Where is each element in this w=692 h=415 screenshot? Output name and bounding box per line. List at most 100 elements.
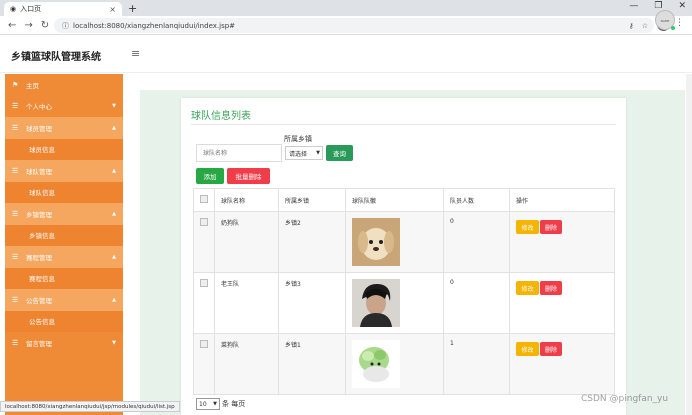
actions-cell: 修改 删除: [509, 211, 615, 273]
close-window-icon[interactable]: ✕: [678, 1, 686, 11]
team-name-search-input[interactable]: [196, 144, 282, 162]
members-cell: 0: [443, 272, 510, 334]
row-checkbox[interactable]: [200, 279, 208, 287]
watermark: CSDN @pingfan_yu: [581, 394, 669, 404]
close-tab-icon[interactable]: ×: [109, 5, 116, 14]
row-checkbox[interactable]: [200, 218, 208, 226]
key-icon[interactable]: ⚷: [629, 22, 634, 30]
add-button[interactable]: 添加: [196, 168, 224, 184]
sidebar-item-personal-center[interactable]: ☰ 个人中心 ▼: [5, 96, 123, 118]
sidebar-subitem-schedule-info[interactable]: 赛程信息: [5, 267, 123, 289]
sidebar-item-schedule-management[interactable]: ☰ 赛程管理 ▲: [5, 246, 123, 268]
url-text: localhost:8080/xiangzhenlanqiudui/index.…: [73, 21, 236, 30]
app-title: 乡镇篮球队管理系统: [11, 52, 101, 63]
column-header[interactable]: 队员人数: [443, 188, 510, 212]
sidebar-item-label: 球队信息: [29, 189, 55, 198]
list-icon: ☰: [12, 166, 19, 175]
new-tab-icon[interactable]: +: [128, 2, 137, 15]
address-toolbar: ← → ↻ ⓘ localhost:8080/xiangzhenlanqiudu…: [0, 16, 692, 35]
sidebar-subitem-town-info[interactable]: 乡镇信息: [5, 224, 123, 246]
back-icon[interactable]: ←: [8, 20, 16, 31]
table-row: 奶狗队 乡镇2 0 修改 删除: [193, 211, 615, 273]
bulk-delete-button[interactable]: 批量删除: [227, 168, 270, 184]
app-header: 乡镇篮球队管理系统 ≡: [0, 35, 692, 73]
team-table: 球队名称 所属乡镇 球队队徽 队员人数 操作 奶狗队 乡镇2 0 修改 删除 老…: [193, 188, 615, 395]
column-header[interactable]: 球队名称: [214, 188, 279, 212]
sidebar-item-message-management[interactable]: ☰ 留言管理 ▼: [5, 332, 123, 354]
column-header[interactable]: 球队队徽: [345, 188, 444, 212]
browser-tab-strip: ◉ 入口页 × + — ❐ ✕: [0, 0, 692, 16]
column-header[interactable]: 所属乡镇: [278, 188, 346, 212]
team-name-cell: 菜狗队: [214, 333, 279, 395]
info-icon: ⓘ: [62, 21, 69, 30]
row-select-cell: [193, 333, 215, 395]
delete-button[interactable]: 删除: [540, 342, 562, 356]
table-header-row: 球队名称 所属乡镇 球队队徽 队员人数 操作: [193, 188, 615, 212]
sidebar-item-label: 公告信息: [29, 318, 55, 327]
hamburger-icon[interactable]: ≡: [131, 47, 140, 60]
town-cell: 乡镇3: [278, 272, 346, 334]
town-cell: 乡镇1: [278, 333, 346, 395]
actions-cell: 修改 删除: [509, 272, 615, 334]
chevron-down-icon: ▼: [112, 339, 116, 346]
sidebar-item-label: 球员管理: [26, 124, 52, 133]
team-list-card: 球队信息列表 所属乡镇 请选择 ▼ 查询 添加 批量删除 球队名称 所属乡镇 球…: [181, 98, 626, 415]
sidebar-item-team-management[interactable]: ☰ 球队管理 ▲: [5, 160, 123, 182]
town-select-value: 请选择: [289, 150, 308, 158]
browser-tab[interactable]: ◉ 入口页 ×: [4, 2, 122, 16]
sidebar-item-town-management[interactable]: ☰ 乡镇管理 ▲: [5, 203, 123, 225]
forward-icon[interactable]: →: [24, 20, 32, 31]
column-header: 操作: [509, 188, 615, 212]
select-all-checkbox[interactable]: [200, 195, 208, 203]
list-icon: ☰: [12, 123, 19, 132]
menu-icon[interactable]: ⋮: [675, 18, 684, 28]
chevron-up-icon: ▲: [112, 296, 116, 303]
sidebar-item-label: 留言管理: [26, 339, 52, 348]
scrollbar[interactable]: [686, 74, 692, 415]
select-all-cell: [193, 188, 215, 212]
sidebar-item-label: 公告管理: [26, 296, 52, 305]
sidebar-subitem-player-info[interactable]: 球员信息: [5, 138, 123, 160]
globe-icon: ◉: [10, 5, 17, 13]
list-icon: ☰: [12, 338, 19, 347]
list-icon: ☰: [12, 209, 19, 218]
url-bar[interactable]: ⓘ localhost:8080/xiangzhenlanqiudui/inde…: [54, 18, 654, 33]
sidebar-item-label: 赛程管理: [26, 253, 52, 262]
edit-button[interactable]: 修改: [516, 220, 539, 234]
sidebar-item-label: 球员信息: [29, 146, 55, 155]
town-cell: 乡镇2: [278, 211, 346, 273]
page-size-select[interactable]: 10 ▼: [196, 398, 220, 410]
table-row: 老王队 乡镇3 0 修改 删除: [193, 272, 615, 334]
chevron-up-icon: ▲: [112, 210, 116, 217]
page-size-value: 10: [199, 400, 207, 408]
chevron-up-icon: ▲: [112, 253, 116, 260]
team-name-cell: 老王队: [214, 272, 279, 334]
sidebar-item-label: 乡镇信息: [29, 232, 55, 241]
sidebar-item-home[interactable]: ⚑ 主页: [5, 74, 123, 96]
table-row: 菜狗队 乡镇1 1 修改 删除: [193, 333, 615, 395]
town-select[interactable]: 请选择 ▼: [285, 146, 323, 160]
delete-button[interactable]: 删除: [540, 220, 562, 234]
minimize-icon[interactable]: —: [629, 1, 638, 11]
chevron-up-icon: ▲: [112, 167, 116, 174]
page-size-label: 条 每页: [222, 400, 246, 408]
edit-button[interactable]: 修改: [516, 281, 539, 295]
query-button[interactable]: 查询: [326, 145, 353, 161]
delete-button[interactable]: 删除: [540, 281, 562, 295]
sidebar-item-notice-management[interactable]: ☰ 公告管理 ▲: [5, 289, 123, 311]
edit-button[interactable]: 修改: [516, 342, 539, 356]
flag-icon: ⚑: [12, 80, 19, 89]
sidebar-subitem-team-info[interactable]: 球队信息: [5, 181, 123, 203]
sidebar-subitem-notice-info[interactable]: 公告信息: [5, 310, 123, 332]
sidebar-item-player-management[interactable]: ☰ 球员管理 ▲: [5, 117, 123, 139]
star-icon[interactable]: ☆: [642, 22, 648, 30]
row-checkbox[interactable]: [200, 340, 208, 348]
chevron-down-icon: ▼: [213, 401, 217, 407]
row-select-cell: [193, 211, 215, 273]
members-cell: 1: [443, 333, 510, 395]
row-select-cell: [193, 272, 215, 334]
reload-icon[interactable]: ↻: [41, 20, 49, 31]
cabbage-dog-logo: [352, 340, 400, 388]
window-controls: — ❐ ✕: [629, 1, 686, 11]
sidebar-item-label: 赛程信息: [29, 275, 55, 284]
